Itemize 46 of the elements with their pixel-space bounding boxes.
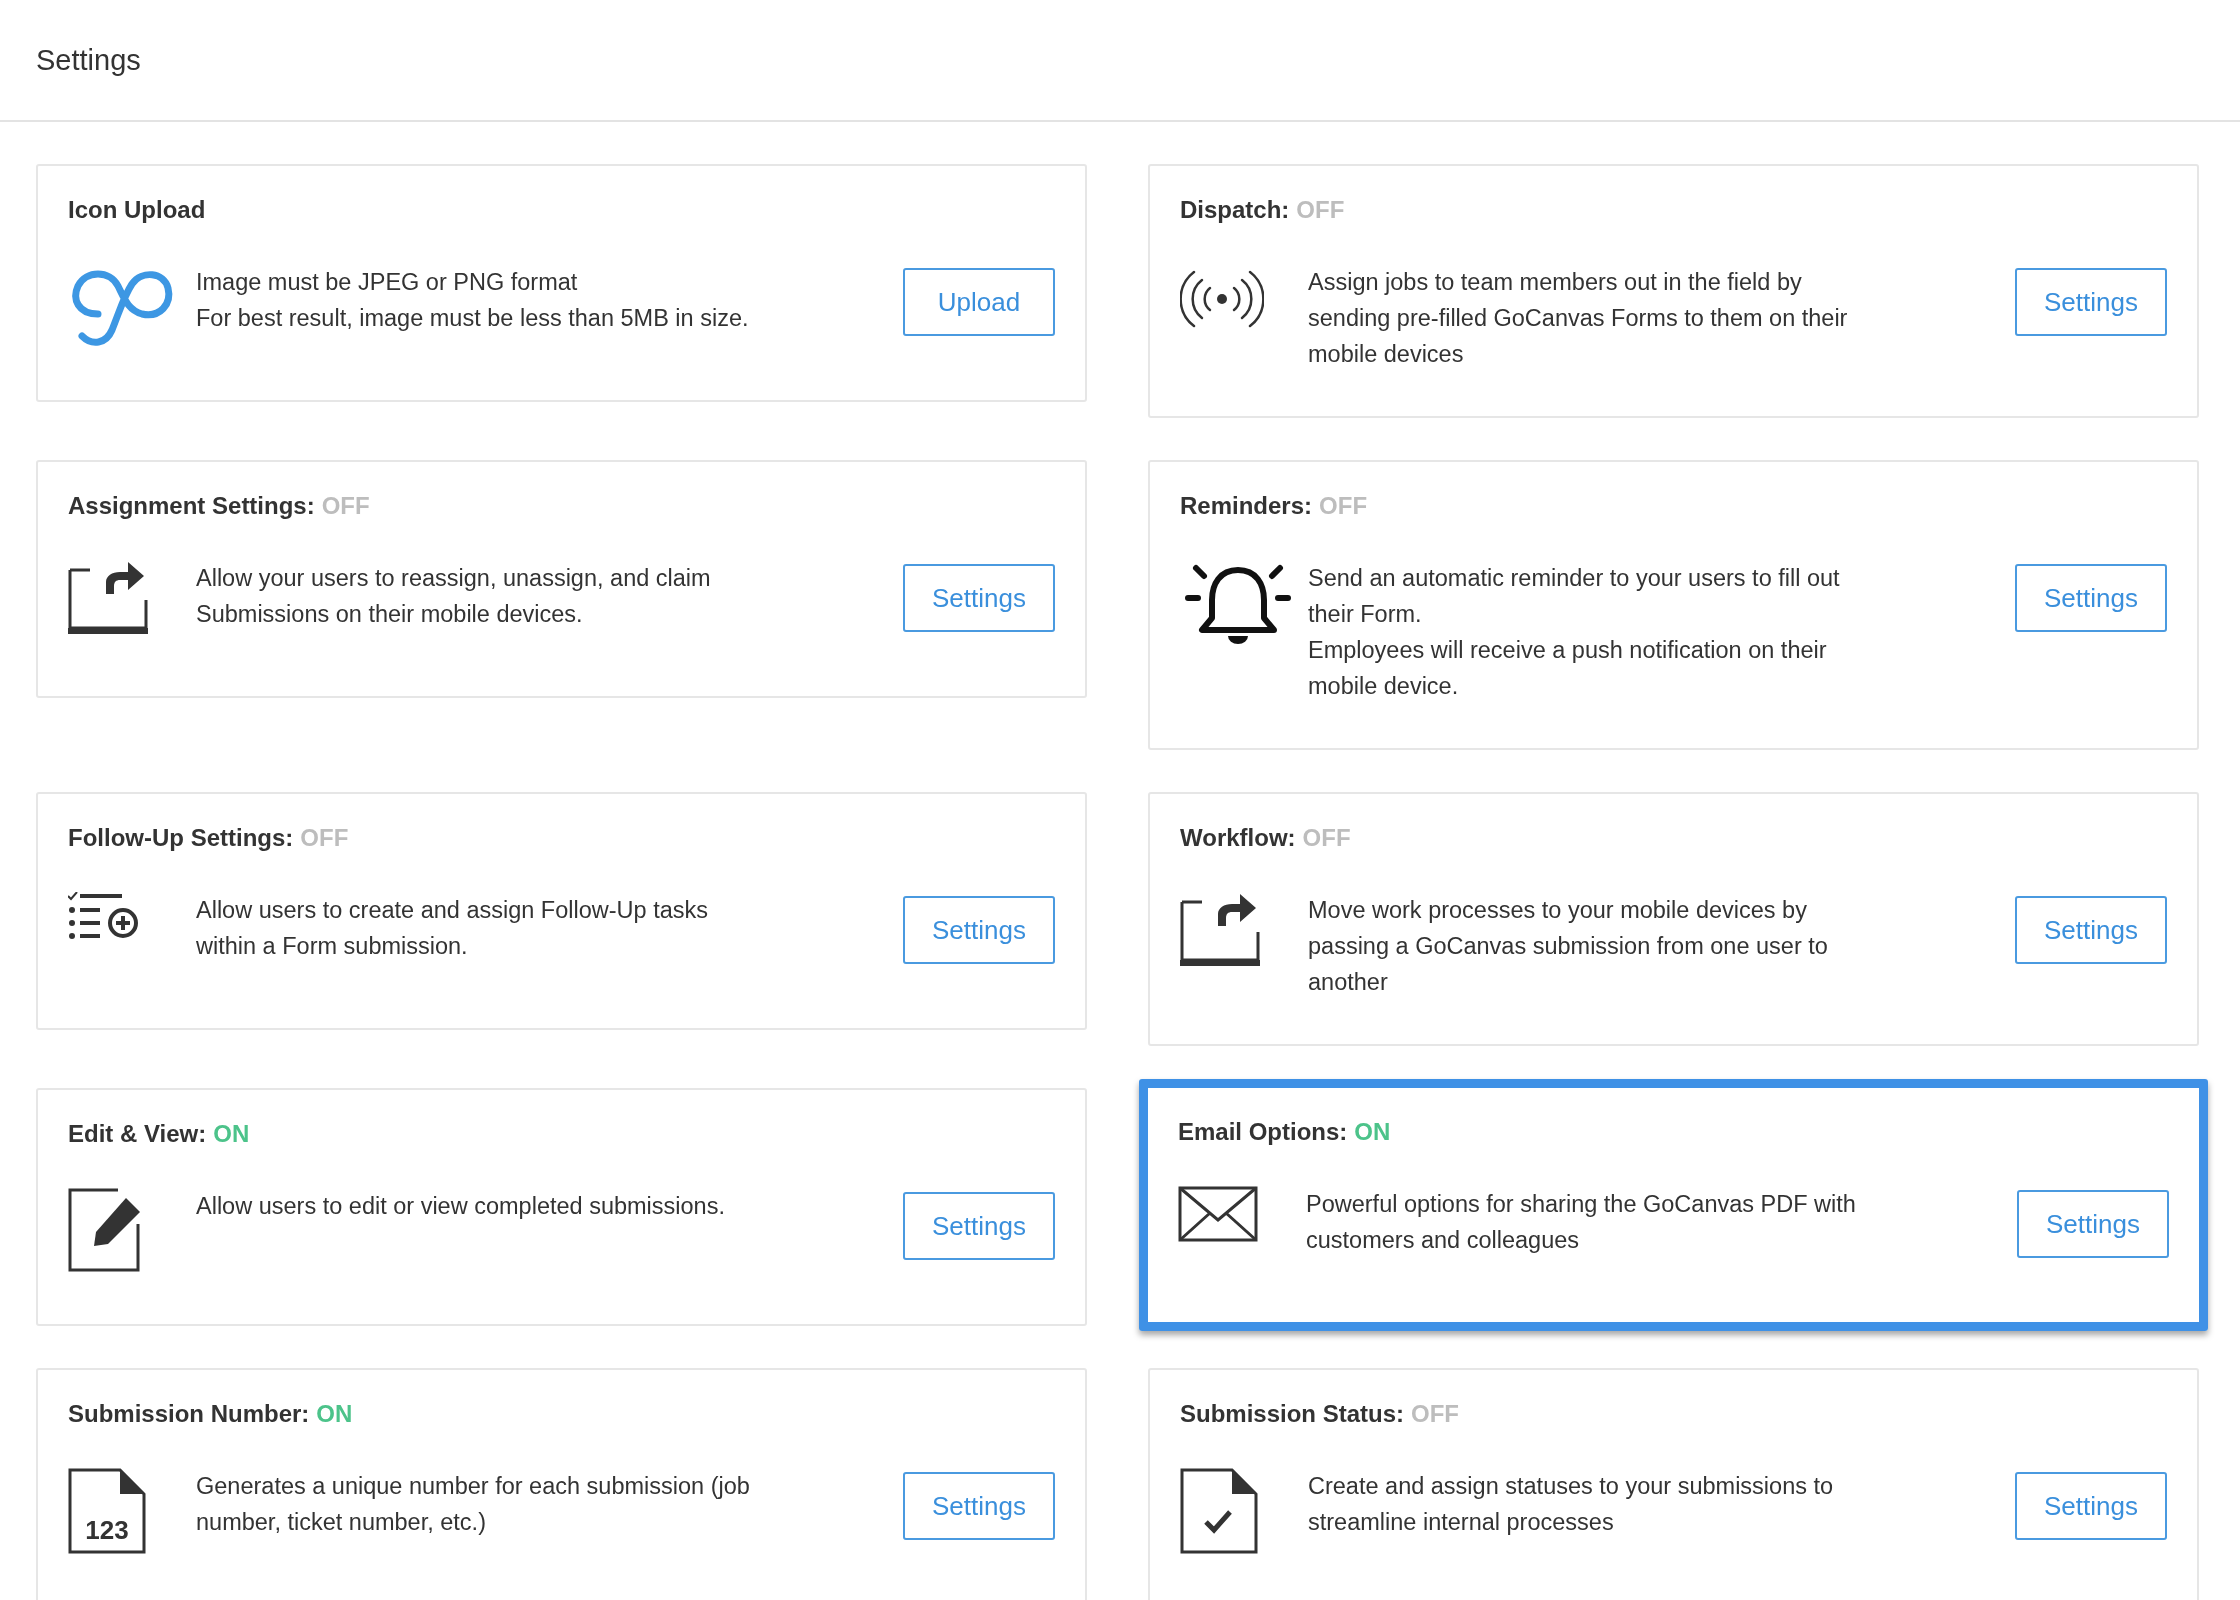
settings-button[interactable]: Upload <box>903 268 1055 336</box>
card-title: Reminders: <box>1180 492 1313 520</box>
card-title: Edit & View: <box>68 1120 207 1148</box>
card-title: Workflow: <box>1180 824 1296 852</box>
checked-document-icon <box>1180 1468 1258 1554</box>
number-document-icon: 123 <box>68 1468 146 1554</box>
card-description: Allow users to create and assign Follow-Up tasks within a Form submission. <box>196 896 709 961</box>
settings-button[interactable]: Settings <box>2015 268 2167 336</box>
checklist-icon <box>68 892 140 942</box>
card-description: Send an automatic reminder to your users to fill out their Form. Employees will receive a push notification on their mobile device. <box>1308 564 1841 701</box>
status-label: ON <box>213 1120 250 1148</box>
status-label: OFF <box>1411 1400 1460 1428</box>
settings-button[interactable]: Settings <box>2017 1190 2169 1258</box>
status-label: OFF <box>300 824 349 852</box>
card-description: Allow users to edit or view completed submissions. <box>196 1192 726 1221</box>
status-label: ON <box>1354 1118 1391 1146</box>
status-label: OFF <box>1319 492 1368 520</box>
share-icon <box>68 560 148 636</box>
card-description: Assign jobs to team members out in the field by sending pre-filled GoCanvas Forms to them on their mobile devices <box>1308 268 1849 369</box>
card-title: Assignment Settings: <box>68 492 315 520</box>
card-title: Dispatch: <box>1180 196 1290 224</box>
card-title: Submission Number: <box>68 1400 310 1428</box>
status-label: OFF <box>1302 824 1351 852</box>
status-label: OFF <box>1296 196 1345 224</box>
card-description: Generates a unique number for each submission (job number, ticket number, etc.) <box>196 1472 751 1537</box>
card-description: Image must be JPEG or PNG format For best result, image must be less than 5MB in size. <box>196 268 750 333</box>
card-description: Powerful options for sharing the GoCanvas PDF with customers and colleagues <box>1306 1190 1857 1255</box>
card-description: Allow your users to reassign, unassign, and claim Submissions on their mobile devices. <box>196 564 712 629</box>
settings-button[interactable]: Settings <box>903 1192 1055 1260</box>
card-title: Email Options: <box>1178 1118 1348 1146</box>
settings-button[interactable]: Settings <box>2015 896 2167 964</box>
card-description: Move work processes to your mobile devices by passing a GoCanvas submission from one user to another <box>1308 896 1829 997</box>
settings-button[interactable]: Settings <box>903 564 1055 632</box>
card-title: Icon Upload <box>68 196 206 224</box>
status-label: ON <box>316 1400 353 1428</box>
envelope-icon <box>1178 1186 1258 1242</box>
settings-button[interactable]: Settings <box>903 1472 1055 1540</box>
card-description: Create and assign statuses to your submissions to streamline internal processes <box>1308 1472 1835 1537</box>
settings-button[interactable]: Settings <box>2015 1472 2167 1540</box>
card-title: Follow-Up Settings: <box>68 824 294 852</box>
settings-button[interactable]: Settings <box>903 896 1055 964</box>
settings-button[interactable]: Settings <box>2015 564 2167 632</box>
status-label: OFF <box>321 492 370 520</box>
share-icon <box>1180 892 1260 968</box>
card-title: Submission Status: <box>1180 1400 1405 1428</box>
page-title: Settings <box>36 43 141 77</box>
